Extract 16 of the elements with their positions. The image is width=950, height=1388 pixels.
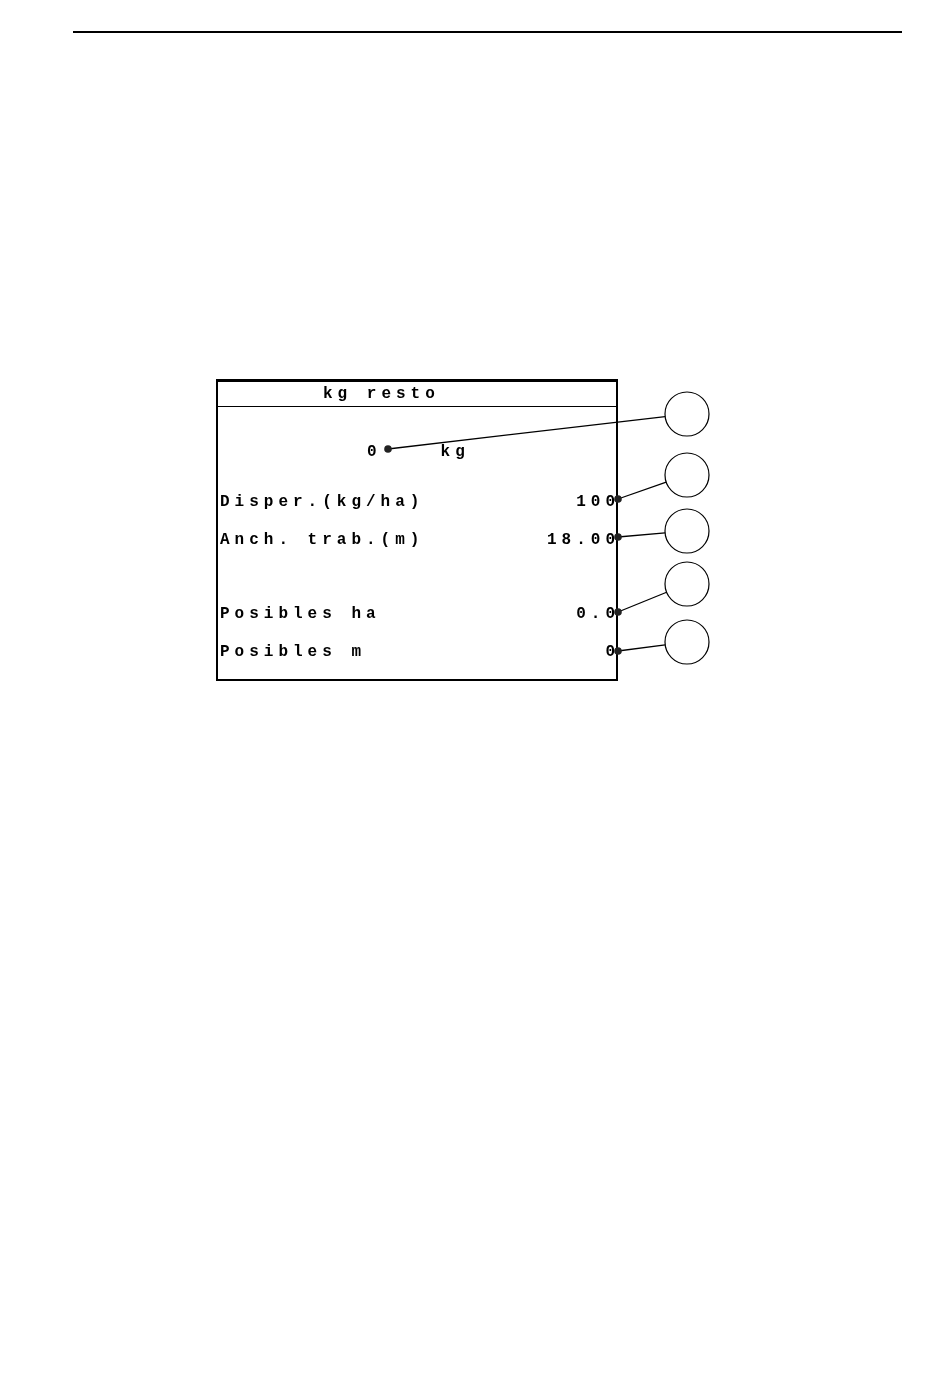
callout-circle [664, 508, 710, 554]
callout-circle [664, 619, 710, 665]
setting-label: Posibles m [220, 644, 366, 660]
setting-label: Anch. trab.(m) [220, 532, 425, 548]
callout-circle [664, 452, 710, 498]
setting-label: Posibles ha [220, 606, 381, 622]
setting-value: 100 [576, 494, 620, 510]
unit-label: kg [440, 444, 470, 460]
remaining-value: 0 [367, 444, 382, 460]
setting-value: 18.00 [547, 532, 620, 548]
setting-value: 0.0 [576, 606, 620, 622]
setting-value: 0 [605, 644, 620, 660]
setting-label: Disper.(kg/ha) [220, 494, 425, 510]
callout-circle [664, 561, 710, 607]
display-title: kg resto [218, 382, 616, 407]
callout-circle [664, 391, 710, 437]
